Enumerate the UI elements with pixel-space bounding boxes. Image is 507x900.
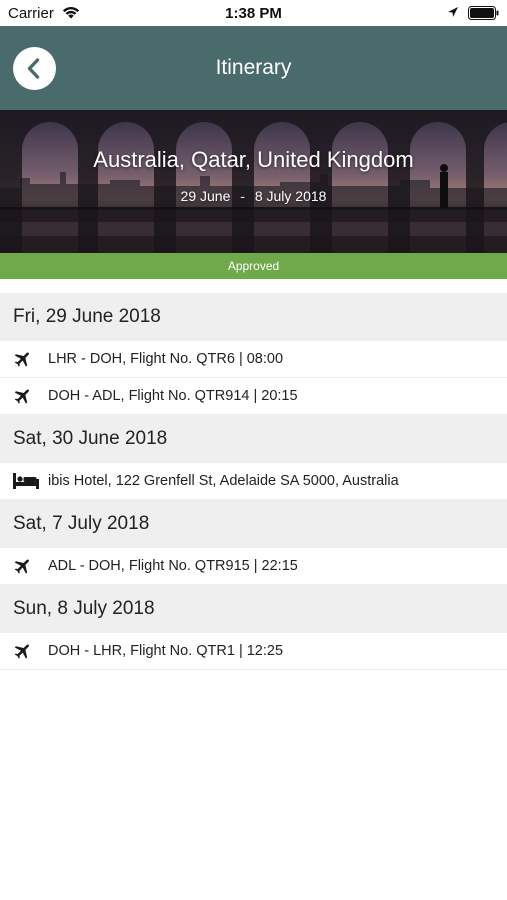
trip-destinations: Australia, Qatar, United Kingdom bbox=[93, 147, 414, 172]
airplane-icon bbox=[0, 378, 48, 415]
itinerary-item-text: ADL - DOH, Flight No. QTR915 | 22:15 bbox=[48, 558, 298, 574]
arches-background-image bbox=[0, 110, 507, 253]
list-item[interactable]: LHR - DOH, Flight No. QTR6 | 08:00 bbox=[0, 341, 507, 378]
airplane-icon bbox=[0, 633, 48, 670]
date-separator: - bbox=[240, 188, 245, 204]
battery-icon bbox=[468, 6, 500, 25]
trip-start-date: 29 June bbox=[180, 188, 231, 204]
destination-banner: Australia, Qatar, United Kingdom 29 June… bbox=[0, 110, 507, 253]
status-banner: Approved bbox=[0, 253, 507, 279]
page-title: Itinerary bbox=[215, 56, 292, 79]
itinerary-item-text: ibis Hotel, 122 Grenfell St, Adelaide SA… bbox=[48, 473, 399, 489]
trip-end-date: 8 July 2018 bbox=[254, 188, 327, 204]
day-header: Sun, 8 July 2018 bbox=[0, 585, 507, 633]
itinerary-item-text: LHR - DOH, Flight No. QTR6 | 08:00 bbox=[48, 351, 284, 367]
navigation-bar: Itinerary bbox=[0, 26, 507, 110]
status-bar: Carrier 1:38 PM bbox=[0, 0, 507, 26]
day-header: Fri, 29 June 2018 bbox=[0, 293, 507, 341]
trip-dates: 29 June - 8 July 2018 bbox=[0, 188, 507, 204]
itinerary-list: Fri, 29 June 2018 LHR - DOH, Flight No. … bbox=[0, 293, 507, 670]
day-header: Sat, 30 June 2018 bbox=[0, 415, 507, 463]
airplane-icon bbox=[0, 548, 48, 585]
day-header: Sat, 7 July 2018 bbox=[0, 500, 507, 548]
itinerary-item-text: DOH - LHR, Flight No. QTR1 | 12:25 bbox=[48, 643, 284, 659]
itinerary-item-text: DOH - ADL, Flight No. QTR914 | 20:15 bbox=[48, 388, 298, 404]
bed-icon bbox=[0, 463, 48, 500]
status-label: Approved bbox=[227, 259, 280, 273]
list-item[interactable]: ADL - DOH, Flight No. QTR915 | 22:15 bbox=[0, 548, 507, 585]
airplane-icon bbox=[0, 341, 48, 378]
list-item[interactable]: DOH - LHR, Flight No. QTR1 | 12:25 bbox=[0, 633, 507, 670]
list-item[interactable]: ibis Hotel, 122 Grenfell St, Adelaide SA… bbox=[0, 463, 507, 500]
list-item[interactable]: DOH - ADL, Flight No. QTR914 | 20:15 bbox=[0, 378, 507, 415]
location-arrow-icon bbox=[447, 6, 459, 24]
clock: 1:38 PM bbox=[225, 5, 282, 22]
